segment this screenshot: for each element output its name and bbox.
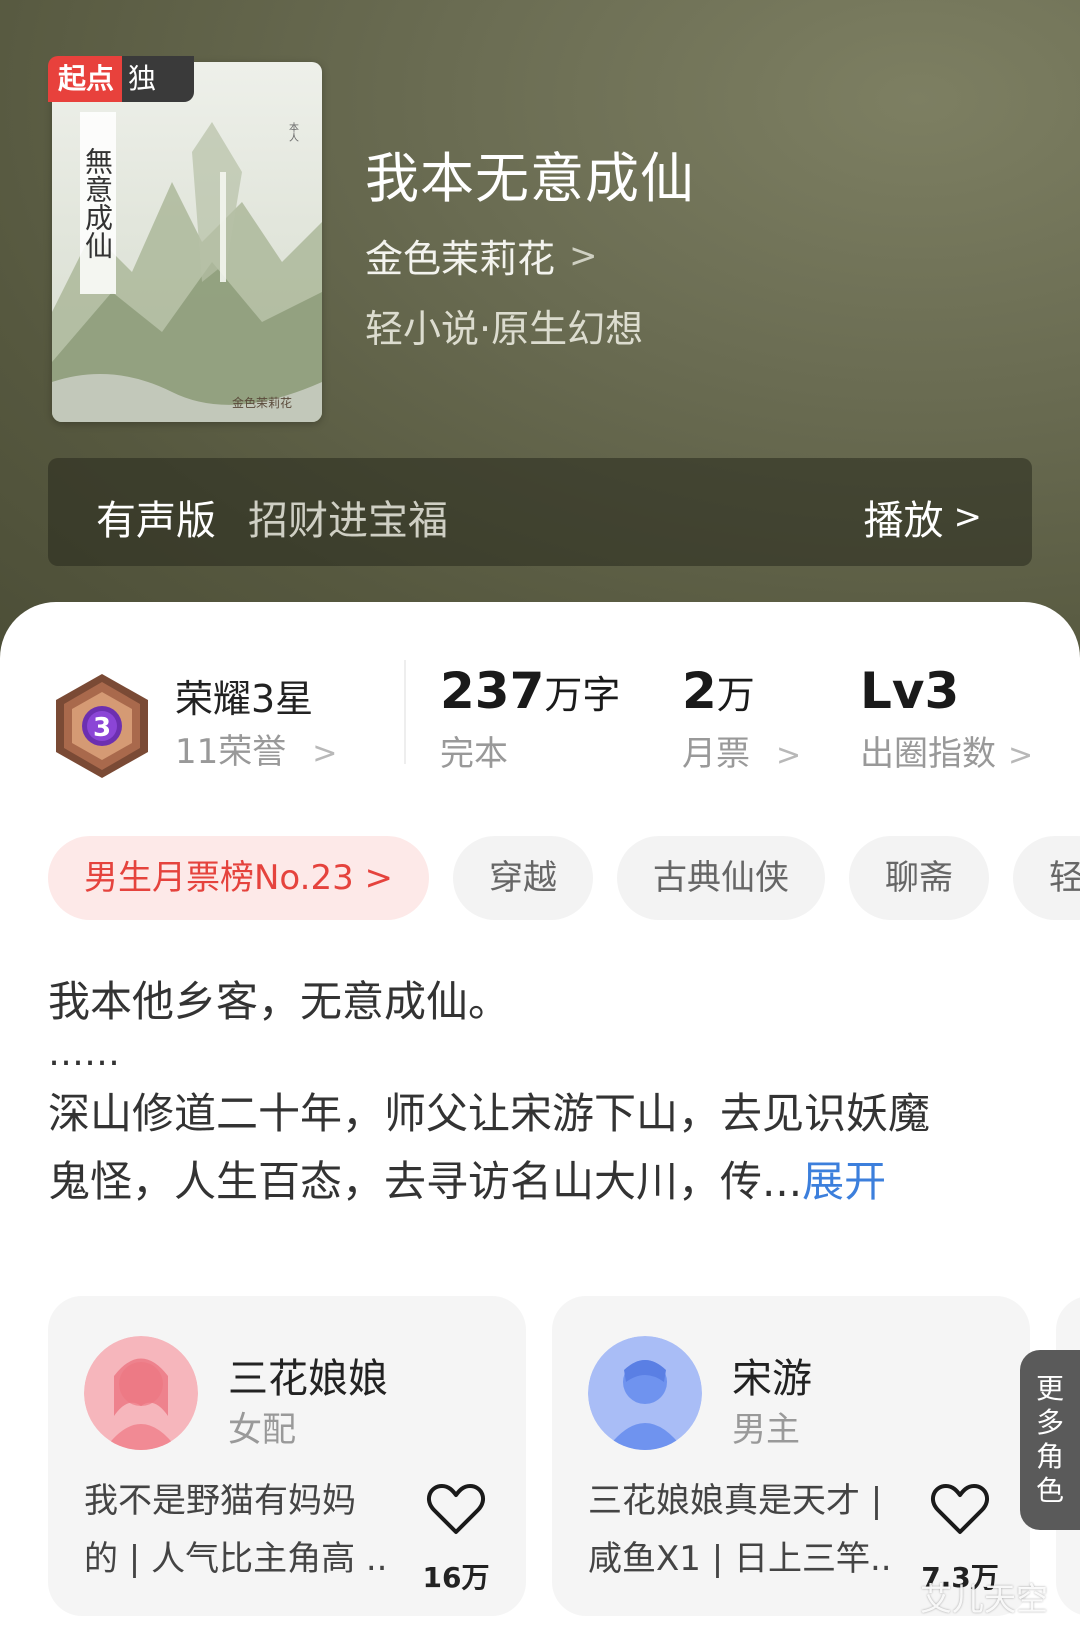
expand-link[interactable]: 展开 [802, 1157, 886, 1206]
monthly-tickets-unit: 万 [716, 673, 755, 717]
character-quote: 我不是野猫有妈妈 的 | 人气比主角高 ... [84, 1472, 384, 1588]
stats-divider [404, 660, 406, 764]
more-roles-button[interactable]: 更多角色 [1020, 1350, 1080, 1530]
character-card[interactable]: 三花娘娘 女配 我不是野猫有妈妈 的 | 人气比主角高 ... 16万 [48, 1296, 526, 1616]
medal-level: 3 [93, 713, 111, 743]
watermark: 艾儿天空 [920, 1580, 1049, 1618]
tag-row: 男生月票榜No.23 > 穿越 古典仙侠 聊斋轻 [48, 836, 1080, 920]
honor-name: 荣耀3星 [175, 677, 314, 721]
audio-narrator: 招财进宝福 [248, 498, 448, 544]
book-genre: 轻小说·原生幻想 [365, 307, 644, 351]
author-name: 金色茉莉花 [365, 237, 556, 281]
heart-icon[interactable] [426, 1482, 486, 1536]
book-description: 我本他乡客，无意成仙。 …… 深山修道二十年，师父让宋游下山，去见识妖魔 鬼怪，… [48, 968, 1038, 1216]
honor-count: 11荣誉 [175, 732, 287, 772]
honor-medal-icon[interactable]: 3 [52, 672, 152, 780]
popularity-label: 出圈指数 [860, 734, 996, 774]
tag-chip[interactable]: 轻 [1013, 836, 1080, 920]
popularity-level: Lv3 [860, 662, 960, 720]
character-quote: 三花娘娘真是天才 | 咸鱼X1 | 日上三竿... [588, 1472, 888, 1588]
character-name: 宋游 [732, 1356, 812, 1402]
stat-monthly-tickets[interactable]: 2万 月票 > [682, 662, 801, 775]
tag-chip[interactable]: 聊斋 [849, 836, 990, 920]
chevron-right-icon: > [569, 235, 598, 276]
completion-status: 完本 [440, 734, 508, 774]
avatar [84, 1336, 198, 1450]
description-line: 我本他乡客，无意成仙。 [48, 977, 511, 1026]
quote-line: 咸鱼X1 | 日上三竿... [588, 1539, 888, 1579]
author-link[interactable]: 金色茉莉花 > [365, 228, 598, 283]
description-line: 鬼怪，人生百态，去寻访名山大川，传... [48, 1157, 803, 1206]
avatar [588, 1336, 702, 1450]
play-label: 播放 [863, 498, 944, 544]
tag-chip[interactable]: 穿越 [453, 836, 594, 920]
character-role: 男主 [732, 1410, 800, 1450]
rank-tag[interactable]: 男生月票榜No.23 > [48, 836, 430, 920]
audio-version-bar[interactable]: 有声版 招财进宝福 播放 > [48, 458, 1032, 566]
monthly-tickets-label: 月票 [682, 734, 750, 774]
honor-count-link[interactable]: 11荣誉 > [175, 724, 337, 773]
book-header: 金色茉莉花 本人 無意成仙 起点 独家 我本无意成仙 金色茉莉花 > 轻小说·原… [0, 0, 1080, 660]
cover-title: 無意成仙 [80, 112, 116, 294]
quote-line: 三花娘娘真是天才 | [588, 1481, 883, 1521]
word-count-unit: 万字 [544, 673, 621, 717]
character-name: 三花娘娘 [228, 1356, 388, 1402]
play-button[interactable]: 播放 > [864, 488, 983, 546]
like-count: 16万 [422, 1561, 490, 1594]
audio-label: 有声版 [96, 498, 216, 544]
monthly-tickets-value: 2 [682, 662, 717, 720]
character-card[interactable]: 宋游 男主 三花娘娘真是天才 | 咸鱼X1 | 日上三竿... 7.3万 [552, 1296, 1030, 1616]
chevron-right-icon: > [776, 738, 802, 773]
chevron-right-icon: > [953, 497, 983, 537]
stat-word-count: 237万字 完本 [440, 662, 620, 775]
stats-row: 3 荣耀3星 11荣誉 > 237万字 完本 2万 月票 > Lv3 出圈指数 > [0, 602, 1080, 782]
heart-icon[interactable] [930, 1482, 990, 1536]
svg-text:金色茉莉花: 金色茉莉花 [232, 395, 292, 410]
tag-chip[interactable]: 古典仙侠 [617, 836, 826, 920]
stat-popularity-index[interactable]: Lv3 出圈指数 > [860, 662, 1033, 775]
character-role: 女配 [228, 1410, 296, 1450]
more-roles-label: 更多角色 [1035, 1372, 1064, 1507]
chevron-right-icon: > [312, 736, 338, 771]
book-cover[interactable]: 金色茉莉花 本人 無意成仙 [52, 62, 322, 422]
word-count-value: 237 [440, 662, 545, 720]
badge-exclusive: 独家 [122, 56, 194, 102]
exclusive-badge: 起点 独家 [48, 56, 194, 102]
description-line: 深山修道二十年，师父让宋游下山，去见识妖魔 [48, 1089, 931, 1138]
quote-line: 我不是野猫有妈妈 [84, 1481, 356, 1521]
badge-brand: 起点 [48, 56, 123, 102]
svg-text:本人: 本人 [287, 121, 299, 142]
quote-line: 的 | 人气比主角高 ... [84, 1539, 384, 1579]
description-ellipsis: …… [48, 1033, 120, 1074]
book-title: 我本无意成仙 [365, 147, 695, 210]
chevron-right-icon: > [1008, 738, 1034, 773]
